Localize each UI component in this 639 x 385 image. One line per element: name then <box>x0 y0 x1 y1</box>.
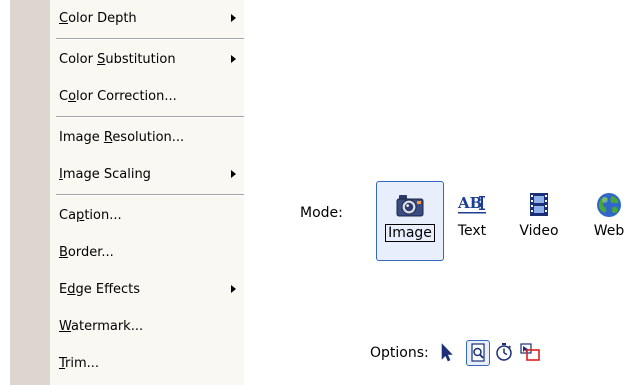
mode-video-button[interactable]: Video <box>514 181 564 261</box>
mode-video-label: Video <box>519 223 559 239</box>
menu-item-watermark[interactable]: Watermark... <box>50 308 244 345</box>
globe-icon <box>594 191 624 219</box>
menu-item-label: Color Correction... <box>59 89 177 104</box>
submenu-arrow-icon <box>231 14 236 22</box>
screenshot-stage: Color Depth Color Substitution Color Cor… <box>0 0 639 385</box>
mode-text-label: Text <box>457 223 487 239</box>
submenu-arrow-icon <box>231 55 236 63</box>
submenu-arrow-icon <box>231 170 236 178</box>
menu-item-label: Color Depth <box>59 11 137 26</box>
menu-item-label: Color Substitution <box>59 52 176 67</box>
menu-item-color-depth[interactable]: Color Depth <box>50 0 244 37</box>
option-timer-button[interactable] <box>492 340 516 366</box>
mode-image-label: Image <box>385 224 435 242</box>
menu-item-label: Border... <box>59 245 114 260</box>
svg-text:AB: AB <box>457 194 482 212</box>
menu-list: Color Depth Color Substitution Color Cor… <box>50 0 244 382</box>
options-label: Options: <box>370 345 429 361</box>
menu-separator <box>56 116 244 118</box>
timer-icon <box>492 342 516 362</box>
menu-item-label: Image Resolution... <box>59 130 185 145</box>
camera-icon <box>395 192 425 220</box>
mode-label: Mode: <box>300 205 343 221</box>
menu-separator <box>56 38 244 40</box>
mode-image-button[interactable]: Image <box>376 181 444 261</box>
menu-item-label: Watermark... <box>59 319 144 334</box>
mode-web-label: Web <box>593 223 625 239</box>
abi-text-icon: AB <box>457 191 487 219</box>
menu-item-image-scaling[interactable]: Image Scaling <box>50 156 244 193</box>
submenu-arrow-icon <box>231 285 236 293</box>
cursor-icon <box>434 342 458 362</box>
film-icon <box>524 191 554 219</box>
menu-item-label: Image Scaling <box>59 167 151 182</box>
menu-item-label: Caption... <box>59 208 122 223</box>
menu-item-caption[interactable]: Caption... <box>50 197 244 234</box>
menu-item-label: Edge Effects <box>59 282 141 297</box>
menu-item-border[interactable]: Border... <box>50 234 244 271</box>
menu-item-color-correction[interactable]: Color Correction... <box>50 78 244 115</box>
menu-item-color-substitution[interactable]: Color Substitution <box>50 41 244 78</box>
region-icon <box>518 342 542 362</box>
option-region-button[interactable] <box>518 340 542 366</box>
menu-item-trim[interactable]: Trim... <box>50 345 244 382</box>
menu-item-edge-effects[interactable]: Edge Effects <box>50 271 244 308</box>
mode-web-button[interactable]: Web <box>584 181 634 261</box>
menu-separator <box>56 194 244 196</box>
page-magnify-icon <box>467 343 489 363</box>
option-page-zoom-button[interactable] <box>466 340 490 366</box>
menu-item-label: Trim... <box>59 356 100 371</box>
mode-text-button[interactable]: AB Text <box>450 181 494 261</box>
menu-icon-strip <box>10 0 50 385</box>
context-menu: Color Depth Color Substitution Color Cor… <box>10 0 244 385</box>
menu-item-image-resolution[interactable]: Image Resolution... <box>50 119 244 156</box>
option-pointer-button[interactable] <box>434 340 458 366</box>
